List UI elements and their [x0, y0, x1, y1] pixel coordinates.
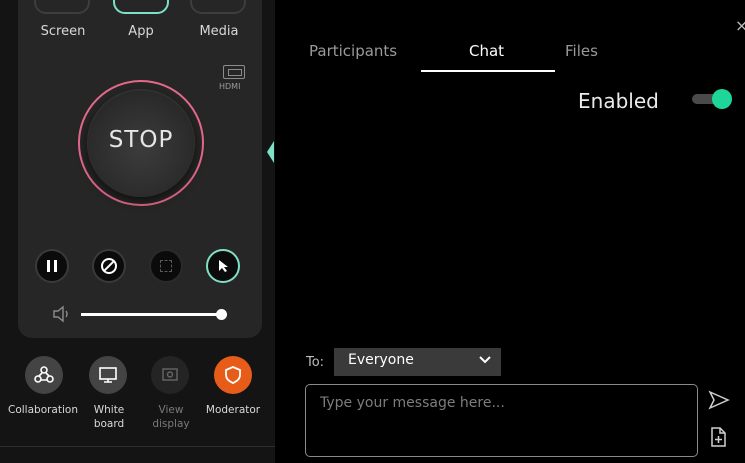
attach-file-icon[interactable] [710, 426, 728, 448]
source-app-button[interactable] [113, 0, 169, 14]
view-display-icon [162, 368, 178, 381]
whiteboard-button[interactable] [89, 356, 127, 394]
fullscreen-button[interactable] [149, 249, 183, 283]
view-display-button[interactable] [151, 356, 189, 394]
recipient-select[interactable]: Everyone [334, 348, 501, 376]
pointer-icon [219, 260, 228, 272]
source-screen-label: Screen [40, 24, 86, 39]
speaker-icon[interactable] [52, 305, 74, 323]
view-display-label: View display [152, 404, 190, 430]
stop-button[interactable]: STOP [87, 89, 195, 197]
recipient-value: Everyone [348, 352, 414, 368]
chat-status-label: Enabled [578, 89, 659, 113]
source-app-label: App [128, 24, 154, 39]
close-icon[interactable]: × [735, 16, 745, 35]
pause-icon [45, 260, 59, 272]
source-screen-button[interactable] [34, 0, 90, 14]
source-media-button[interactable] [190, 0, 246, 14]
source-media-label: Media [199, 24, 239, 39]
message-input[interactable]: Type your message here... [305, 384, 698, 457]
divider [0, 446, 275, 447]
volume-track[interactable] [81, 313, 223, 316]
tab-participants[interactable]: Participants [309, 42, 397, 60]
pause-button[interactable] [35, 249, 69, 283]
collaboration-button[interactable] [25, 356, 63, 394]
presentation-panel: Screen App Media HDMI STOP Collaboration… [0, 0, 275, 463]
stop-label: STOP [108, 127, 174, 153]
recipient-prefix: To: [306, 355, 325, 370]
block-icon [101, 258, 117, 274]
tab-chat[interactable]: Chat [469, 42, 504, 60]
tab-files[interactable]: Files [565, 42, 598, 60]
collaboration-icon [34, 366, 54, 383]
collaboration-label: Collaboration [8, 404, 78, 416]
chevron-down-icon [479, 356, 491, 364]
shield-icon [225, 366, 241, 384]
message-placeholder: Type your message here... [320, 395, 505, 411]
whiteboard-label: White board [93, 404, 125, 430]
expand-icon [160, 260, 172, 272]
moderator-label: Moderator [205, 404, 261, 416]
active-tab-indicator [421, 70, 555, 72]
moderator-button[interactable] [214, 356, 252, 394]
toggle-knob [712, 89, 732, 109]
hdmi-label: HDMI [219, 82, 241, 91]
send-icon[interactable] [708, 390, 730, 410]
hdmi-icon [223, 65, 245, 79]
chat-enabled-toggle[interactable] [692, 89, 732, 109]
volume-slider-thumb[interactable] [216, 309, 227, 320]
collapse-panel-handle[interactable] [267, 141, 274, 163]
block-button[interactable] [92, 249, 126, 283]
whiteboard-icon [99, 367, 117, 383]
pointer-button[interactable] [206, 249, 240, 283]
